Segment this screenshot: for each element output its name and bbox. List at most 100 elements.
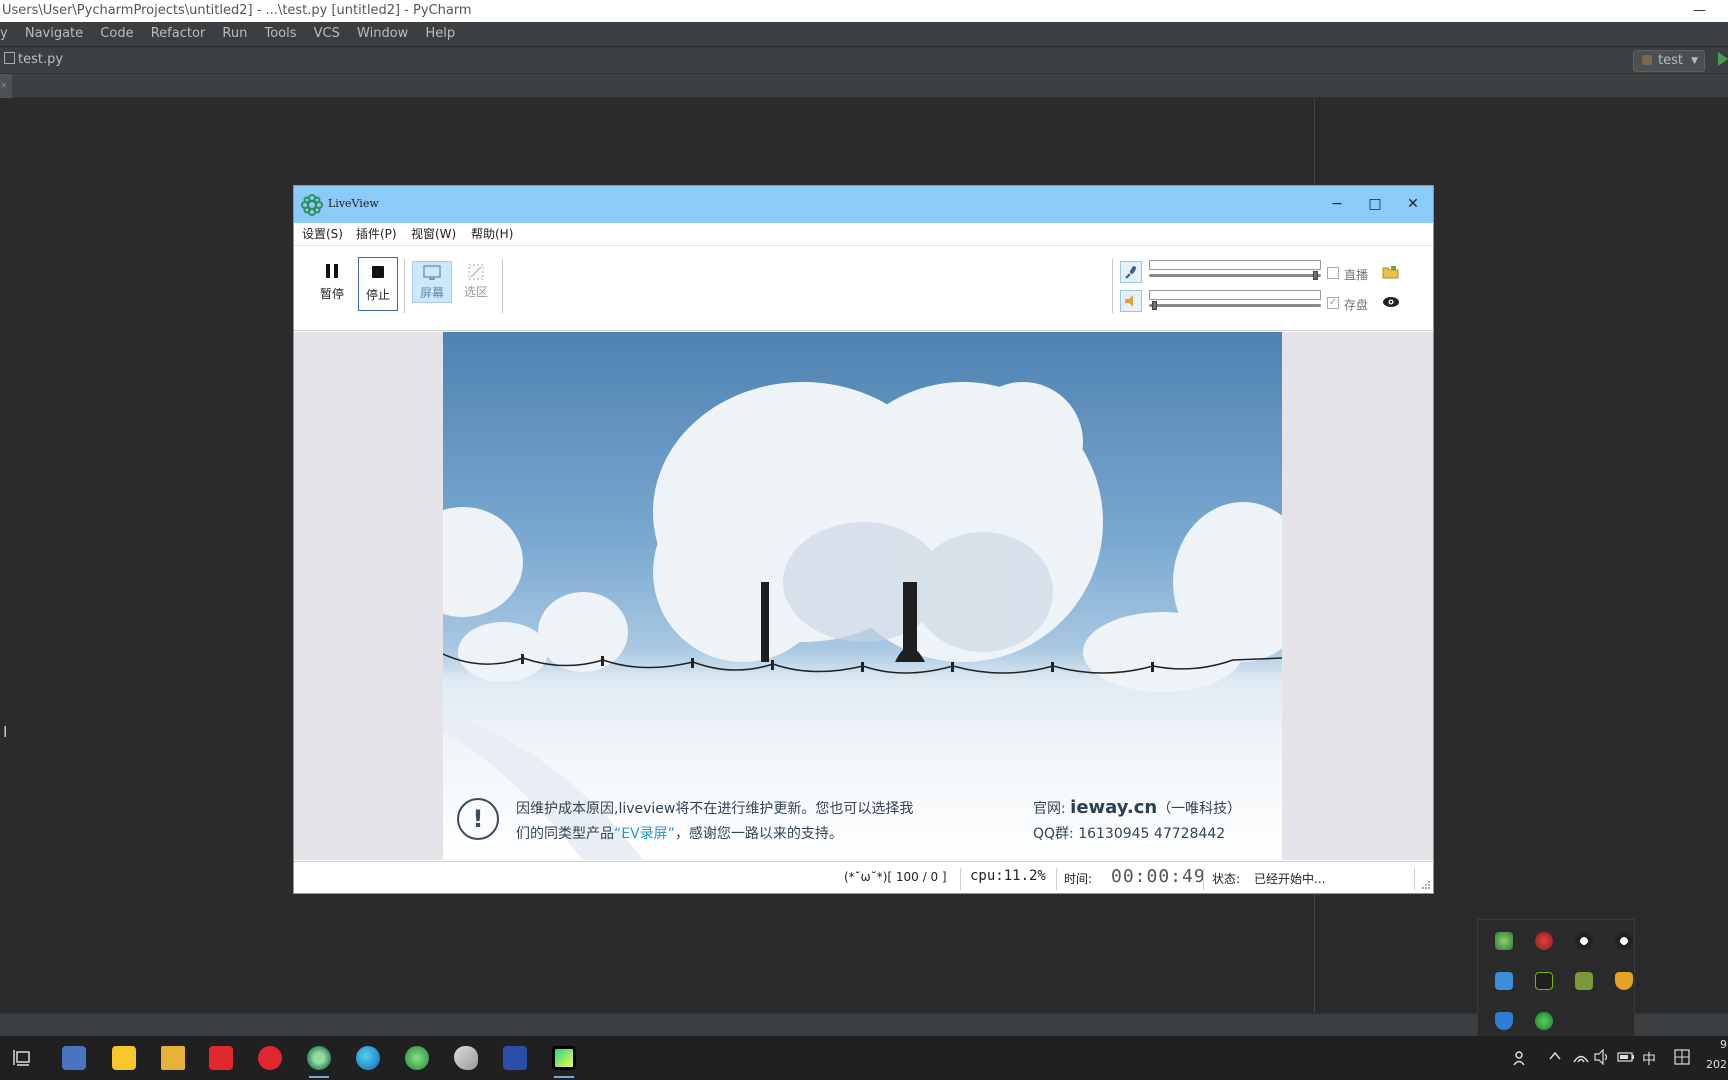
red-paw-tray-icon[interactable] — [1535, 932, 1553, 950]
liveview-toolbar: 暂停 停止 屏幕 选区 直播 ✓ 存盘 — [294, 246, 1433, 331]
region-mode-label: 选区 — [463, 285, 488, 299]
menu-item-window[interactable]: Window — [357, 22, 408, 46]
volume-icon[interactable] — [1594, 1049, 1610, 1065]
edge-browser-app[interactable] — [352, 1042, 384, 1074]
info-exclamation-icon: ! — [457, 798, 499, 840]
speaker-volume-slider[interactable] — [1149, 304, 1321, 307]
menu-item-navigate[interactable]: Navigate — [25, 22, 83, 46]
menu-settings[interactable]: 设置(S) — [302, 223, 343, 246]
resize-grip-icon[interactable] — [1421, 880, 1431, 890]
wifi-icon[interactable] — [1573, 1049, 1589, 1065]
youdao-app[interactable] — [205, 1042, 237, 1074]
devcpp-app[interactable] — [499, 1042, 531, 1074]
menu-item-tools[interactable]: Tools — [264, 22, 296, 46]
breadcrumb-file-label: test.py — [18, 52, 64, 67]
menu-plugins[interactable]: 插件(P) — [356, 223, 397, 246]
stop-label: 停止 — [365, 288, 390, 302]
close-button[interactable]: ✕ — [1401, 193, 1425, 215]
speaker-icon[interactable] — [1120, 290, 1142, 312]
clock-time[interactable]: 9 — [1720, 1038, 1727, 1051]
menu-item-code[interactable]: Code — [100, 22, 133, 46]
maximize-button[interactable]: □ — [1363, 193, 1387, 215]
qq-tray-icon-2[interactable] — [1615, 932, 1633, 950]
input-method-indicator[interactable]: 中 — [1642, 1049, 1656, 1069]
minimize-button[interactable]: − — [1325, 193, 1349, 215]
security-shield-tray-icon[interactable] — [1615, 972, 1633, 990]
save-to-disk-checkbox[interactable]: ✓ — [1327, 297, 1339, 309]
pause-button[interactable]: 暂停 — [312, 257, 352, 311]
chevron-up-icon[interactable] — [1548, 1049, 1562, 1063]
qq-tray-icon[interactable] — [1575, 932, 1593, 950]
task-view-button[interactable] — [7, 1042, 39, 1074]
microphone-volume-handle[interactable] — [1313, 271, 1318, 280]
battery-icon[interactable] — [1617, 1049, 1635, 1065]
green-round-tray-icon[interactable] — [1535, 1012, 1553, 1030]
clock-date[interactable]: 202 — [1706, 1058, 1727, 1071]
python-file-icon — [4, 52, 15, 64]
notice-line-2-text: 们的同类型产品 — [516, 826, 614, 842]
tray-overflow-flyout — [1477, 919, 1635, 1037]
liveview-title-bar[interactable]: LiveView − □ ✕ — [294, 186, 1433, 223]
edge-icon — [356, 1046, 380, 1070]
region-select-icon — [468, 264, 484, 280]
defender-shield-tray-icon[interactable] — [1495, 1012, 1513, 1030]
preview-image: ! 因维护成本原因,liveview将不在进行维护更新。您也可以选择我 们的同类… — [443, 332, 1282, 860]
toolbar-divider — [1112, 259, 1113, 313]
paint-app[interactable] — [450, 1042, 482, 1074]
pycharm-minimize-button[interactable]: — — [1693, 0, 1706, 22]
menu-view[interactable]: 视窗(W) — [411, 223, 456, 246]
netease-music-app[interactable] — [254, 1042, 286, 1074]
speaker-volume-handle[interactable] — [1152, 301, 1157, 310]
preview-eye-icon[interactable] — [1382, 295, 1400, 309]
chip-tray-icon[interactable] — [1575, 972, 1593, 990]
green-round-icon — [405, 1046, 429, 1070]
ev-recorder-highlight: “EV录屏” — [614, 826, 675, 842]
menu-item-run[interactable]: Run — [222, 22, 247, 46]
liveview-status-bar: (*˘ω˘*)[ 100 / 0 ] cpu:11.2% 时间: 00:00:4… — [294, 861, 1433, 893]
task-view-icon — [13, 1050, 30, 1066]
nvidia-tray-icon[interactable] — [1535, 972, 1553, 990]
pause-icon — [326, 264, 338, 278]
liveview-window-title: LiveView — [328, 197, 379, 210]
breadcrumb-file[interactable]: test.py — [4, 52, 63, 67]
run-icon[interactable] — [1718, 52, 1728, 66]
qq-group-line: QQ群: 16130945 47728442 — [1033, 826, 1226, 842]
file-explorer-app[interactable] — [157, 1042, 189, 1074]
music-icon — [258, 1046, 282, 1070]
open-folder-icon[interactable] — [1382, 265, 1400, 279]
liveview-taskbar-app[interactable] — [303, 1042, 335, 1078]
website-domain: ieway.cn — [1070, 797, 1158, 818]
fps-counter: (*˘ω˘*)[ 100 / 0 ] — [844, 870, 947, 884]
liveview-menu-bar: 设置(S) 插件(P) 视窗(W) 帮助(H) — [294, 223, 1433, 246]
sticky-notes-app[interactable] — [108, 1042, 140, 1074]
microphone-icon[interactable] — [1120, 261, 1142, 283]
microphone-volume-slider[interactable] — [1149, 274, 1321, 277]
screen-mode-button[interactable]: 屏幕 — [412, 261, 452, 303]
live-checkbox[interactable] — [1327, 267, 1339, 279]
pycharm-window-title: Users\User\PycharmProjects\untitled2] - … — [2, 3, 472, 18]
green-browser-app[interactable] — [401, 1042, 433, 1074]
python-run-config-icon — [1642, 55, 1652, 65]
pause-label: 暂停 — [319, 287, 344, 301]
state-value: 已经开始中... — [1254, 872, 1326, 886]
region-mode-button[interactable]: 选区 — [456, 261, 496, 303]
status-divider — [1203, 868, 1204, 890]
menu-item-help[interactable]: Help — [425, 22, 455, 46]
run-configuration-select[interactable]: test ▼ — [1633, 50, 1705, 72]
folder-icon — [161, 1046, 185, 1070]
recording-timer: 00:00:49 — [1111, 866, 1206, 887]
ime-grid-icon[interactable] — [1674, 1049, 1690, 1065]
save-to-disk-label: 存盘 — [1344, 298, 1369, 312]
menu-item-refactor[interactable]: Refactor — [151, 22, 206, 46]
close-tab-icon[interactable]: × — [0, 74, 12, 98]
discontinuation-notice: 因维护成本原因,liveview将不在进行维护更新。您也可以选择我 们的同类型产… — [516, 797, 976, 847]
network-app-tray-icon[interactable] — [1495, 972, 1513, 990]
people-icon[interactable] — [1512, 1049, 1530, 1067]
menu-help[interactable]: 帮助(H) — [471, 223, 513, 246]
menu-item-vcs[interactable]: VCS — [314, 22, 340, 46]
pycharm-taskbar-app[interactable] — [548, 1042, 580, 1078]
menu-item-view-fragment[interactable]: y — [0, 22, 8, 46]
calculator-app[interactable] — [58, 1042, 90, 1074]
green-app-tray-icon[interactable] — [1495, 932, 1513, 950]
stop-button[interactable]: 停止 — [358, 257, 398, 311]
